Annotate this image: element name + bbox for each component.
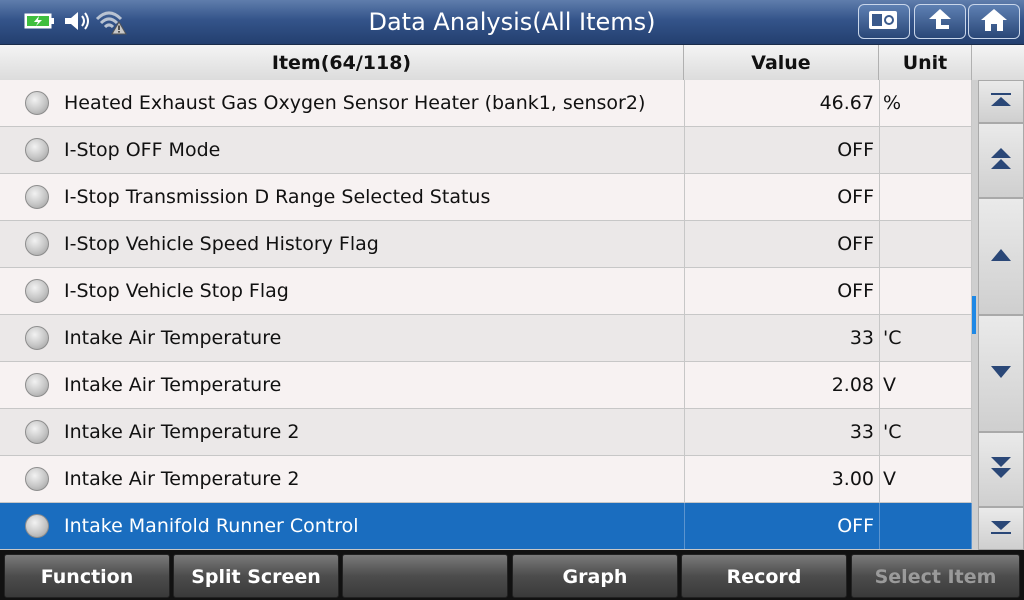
item-unit: %: [879, 80, 972, 126]
item-name: I-Stop Transmission D Range Selected Sta…: [64, 186, 491, 208]
radio-button-icon[interactable]: [25, 373, 49, 397]
function-button[interactable]: Function: [4, 554, 170, 598]
item-value: OFF: [684, 127, 874, 173]
line-down-button[interactable]: [978, 315, 1024, 432]
list-item[interactable]: Intake Air Temperature 2 33 'C: [0, 409, 972, 456]
radio-button-icon[interactable]: [25, 420, 49, 444]
screenshot-button[interactable]: [858, 4, 910, 39]
graph-button[interactable]: Graph: [512, 554, 678, 598]
item-value: 33: [684, 409, 874, 455]
item-unit: [879, 221, 972, 267]
data-list: Heated Exhaust Gas Oxygen Sensor Heater …: [0, 80, 972, 550]
item-name: Intake Air Temperature 2: [64, 421, 300, 443]
back-button[interactable]: [914, 4, 966, 39]
item-value: 3.00: [684, 456, 874, 502]
record-button[interactable]: Record: [681, 554, 847, 598]
item-name: Intake Air Temperature 2: [64, 468, 300, 490]
split-screen-button[interactable]: Split Screen: [173, 554, 339, 598]
title-bar: Data Analysis(All Items): [0, 0, 1024, 45]
radio-button-icon[interactable]: [25, 326, 49, 350]
page-up-icon: [989, 146, 1013, 176]
radio-button-icon[interactable]: [25, 138, 49, 162]
page-down-button[interactable]: [978, 432, 1024, 507]
scroll-top-icon: [989, 92, 1013, 112]
back-arrow-icon: [925, 7, 955, 37]
scroll-top-button[interactable]: [978, 80, 1024, 123]
item-value: 2.08: [684, 362, 874, 408]
list-item[interactable]: Intake Air Temperature 2.08 V: [0, 362, 972, 409]
wifi-warning-icon: [95, 9, 127, 39]
item-unit: [879, 268, 972, 314]
home-icon: [979, 7, 1009, 37]
item-name: I-Stop Vehicle Speed History Flag: [64, 233, 379, 255]
home-button[interactable]: [968, 4, 1020, 39]
list-item[interactable]: I-Stop Transmission D Range Selected Sta…: [0, 174, 972, 221]
line-up-icon: [989, 247, 1013, 267]
scroll-bottom-button[interactable]: [978, 507, 1024, 550]
item-value: OFF: [684, 268, 874, 314]
table-header: Item(64/118) Value Unit: [0, 45, 1024, 80]
page-up-button[interactable]: [978, 123, 1024, 198]
select-item-button[interactable]: Select Item: [851, 554, 1020, 598]
item-unit: 'C: [879, 315, 972, 361]
line-down-icon: [989, 364, 1013, 384]
list-item[interactable]: Heated Exhaust Gas Oxygen Sensor Heater …: [0, 80, 972, 127]
item-unit: V: [879, 362, 972, 408]
item-value: 33: [684, 315, 874, 361]
scroll-bottom-icon: [989, 519, 1013, 539]
list-item[interactable]: I-Stop OFF Mode OFF: [0, 127, 972, 174]
item-value: 46.67: [684, 80, 874, 126]
item-unit: V: [879, 456, 972, 502]
scroll-panel: [972, 80, 1024, 550]
list-item-selected[interactable]: Intake Manifold Runner Control OFF: [0, 503, 972, 550]
speaker-icon: [63, 10, 93, 36]
battery-charging-icon: [24, 12, 56, 34]
item-name: Intake Air Temperature: [64, 327, 282, 349]
radio-button-icon[interactable]: [25, 279, 49, 303]
radio-button-icon[interactable]: [25, 185, 49, 209]
column-header-item[interactable]: Item(64/118): [0, 45, 684, 80]
list-item[interactable]: I-Stop Vehicle Speed History Flag OFF: [0, 221, 972, 268]
camera-icon: [867, 8, 901, 36]
list-item[interactable]: Intake Air Temperature 2 3.00 V: [0, 456, 972, 503]
scroll-position-indicator[interactable]: [972, 296, 976, 334]
radio-button-icon[interactable]: [25, 91, 49, 115]
list-item[interactable]: Intake Air Temperature 33 'C: [0, 315, 972, 362]
column-header-spacer: [972, 45, 1024, 80]
bottom-toolbar: Function Split Screen Graph Record Selec…: [0, 550, 1024, 600]
item-name: I-Stop OFF Mode: [64, 139, 221, 161]
item-name: Intake Manifold Runner Control: [64, 515, 359, 537]
item-value: OFF: [684, 174, 874, 220]
item-name: Heated Exhaust Gas Oxygen Sensor Heater …: [64, 92, 646, 114]
list-item[interactable]: I-Stop Vehicle Stop Flag OFF: [0, 268, 972, 315]
radio-button-icon[interactable]: [25, 232, 49, 256]
item-value: OFF: [684, 503, 874, 549]
item-name: I-Stop Vehicle Stop Flag: [64, 280, 289, 302]
column-header-value[interactable]: Value: [684, 45, 879, 80]
radio-button-icon[interactable]: [25, 467, 49, 491]
item-unit: [879, 127, 972, 173]
line-up-button[interactable]: [978, 198, 1024, 315]
item-unit: [879, 174, 972, 220]
page-down-icon: [989, 455, 1013, 485]
radio-button-icon[interactable]: [25, 514, 49, 538]
item-unit: [879, 503, 972, 549]
item-unit: 'C: [879, 409, 972, 455]
blank-button[interactable]: [342, 554, 508, 598]
item-name: Intake Air Temperature: [64, 374, 282, 396]
column-header-unit[interactable]: Unit: [879, 45, 972, 80]
item-value: OFF: [684, 221, 874, 267]
